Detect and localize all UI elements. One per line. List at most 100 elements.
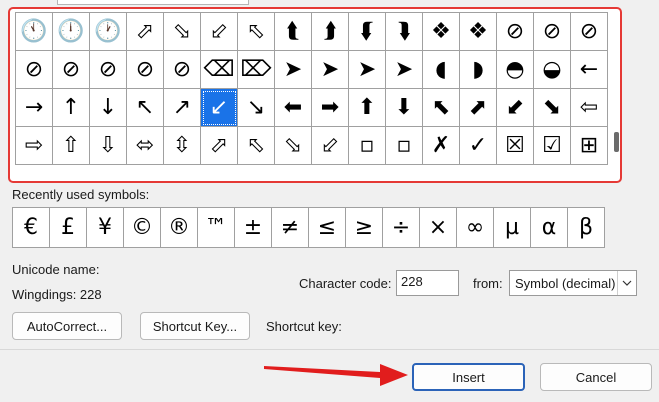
symbol-cell[interactable]: ◖ (423, 51, 460, 89)
symbol-cell[interactable]: ⇩ (90, 127, 127, 165)
symbol-cell[interactable]: ❖ (423, 13, 460, 51)
recent-symbol-cell[interactable]: ® (161, 208, 198, 248)
symbol-cell[interactable]: ⮮ (349, 13, 386, 51)
chevron-down-icon[interactable] (617, 271, 636, 295)
symbol-cell[interactable]: ⬋ (497, 89, 534, 127)
recent-symbol-cell[interactable]: ™ (198, 208, 235, 248)
symbol-cell[interactable]: ⇦ (571, 89, 608, 127)
symbol-cell[interactable]: ⮭ (312, 13, 349, 51)
symbol-cell[interactable]: ⬀ (127, 13, 164, 51)
symbol-cell[interactable]: ⬂ (275, 127, 312, 165)
symbol-cell[interactable]: ☒ (497, 127, 534, 165)
symbol-grid[interactable]: 🕚 🕛 🕐 ⬀ ⬂ ⬃ ⬁ ⮬ ⮭ ⮮ ⮯ ❖ ❖ ⊘ ⊘ ⊘ ⊘ ⊘ ⊘ ⊘ ⊘ ⌫ ⌦ ➤ ➤ ➤ ➤ ◖ ◗ ◓ ◒ ← → ↑ ↓ ↖ ↗ ↙ ↘ ⬅… (15, 12, 608, 165)
symbol-cell[interactable]: ⇳ (164, 127, 201, 165)
recent-symbol-cell[interactable]: © (124, 208, 161, 248)
symbol-cell[interactable]: ⊘ (127, 51, 164, 89)
symbol-cell[interactable]: ⮯ (386, 13, 423, 51)
symbol-cell[interactable]: ⊘ (534, 13, 571, 51)
symbol-cell[interactable]: ➡ (312, 89, 349, 127)
recent-symbol-cell[interactable]: µ (494, 208, 531, 248)
symbol-cell[interactable]: ⇧ (53, 127, 90, 165)
symbol-cell[interactable]: ➤ (349, 51, 386, 89)
symbol-cell[interactable]: ⬂ (164, 13, 201, 51)
symbol-cell[interactable]: ⬁ (238, 13, 275, 51)
symbol-cell[interactable]: ⊘ (90, 51, 127, 89)
symbol-cell[interactable]: ⬄ (127, 127, 164, 165)
symbol-cell[interactable]: ⬃ (312, 127, 349, 165)
symbol-cell[interactable]: ❖ (460, 13, 497, 51)
symbol-cell[interactable]: ➤ (386, 51, 423, 89)
symbol-cell[interactable]: ✗ (423, 127, 460, 165)
recent-symbol-cell[interactable]: £ (50, 208, 87, 248)
symbol-cell[interactable]: → (16, 89, 53, 127)
from-select[interactable]: Symbol (decimal) (509, 270, 637, 296)
shortcut-key-button[interactable]: Shortcut Key... (140, 312, 250, 340)
symbol-cell[interactable]: ↓ (90, 89, 127, 127)
symbol-cell[interactable]: ↖ (127, 89, 164, 127)
recent-symbol-cell[interactable]: ± (235, 208, 272, 248)
recent-symbol-cell[interactable]: ≥ (346, 208, 383, 248)
shortcut-key-label: Shortcut key: (266, 319, 342, 334)
symbol-cell[interactable]: ⬊ (534, 89, 571, 127)
character-code-label: Character code: (299, 276, 392, 291)
symbol-cell[interactable]: ⬇ (386, 89, 423, 127)
scrollbar-thumb[interactable] (614, 132, 619, 152)
recent-symbol-cell[interactable]: α (531, 208, 568, 248)
recent-symbol-cell[interactable]: ≠ (272, 208, 309, 248)
symbol-cell[interactable]: ▫ (386, 127, 423, 165)
symbol-cell[interactable]: 🕛 (53, 13, 90, 51)
symbol-name: Wingdings: 228 (12, 287, 102, 302)
symbol-cell[interactable]: ⬅ (275, 89, 312, 127)
symbol-cell[interactable]: ⇨ (16, 127, 53, 165)
recent-symbol-cell[interactable]: ¥ (87, 208, 124, 248)
cancel-button[interactable]: Cancel (540, 363, 652, 391)
symbol-cell[interactable]: ☑ (534, 127, 571, 165)
recent-symbol-cell[interactable]: € (13, 208, 50, 248)
symbol-cell[interactable]: ⊘ (164, 51, 201, 89)
symbol-cell[interactable]: ↘ (238, 89, 275, 127)
symbol-cell[interactable]: ◒ (534, 51, 571, 89)
recent-symbol-cell[interactable]: ∞ (457, 208, 494, 248)
symbol-cell[interactable]: ⬈ (460, 89, 497, 127)
recent-symbol-cell[interactable]: ÷ (383, 208, 420, 248)
symbol-cell[interactable]: ↑ (53, 89, 90, 127)
symbol-cell[interactable]: ⬆ (349, 89, 386, 127)
recent-symbol-cell[interactable]: ≤ (309, 208, 346, 248)
unicode-name-label: Unicode name: (12, 262, 100, 277)
autocorrect-button[interactable]: AutoCorrect... (12, 312, 122, 340)
recently-used-symbols[interactable]: € £ ¥ © ® ™ ± ≠ ≤ ≥ ÷ × ∞ µ α β (12, 207, 605, 248)
recent-symbol-cell[interactable]: β (568, 208, 605, 248)
font-dropdown-edge (57, 0, 249, 5)
symbol-cell[interactable]: ↗ (164, 89, 201, 127)
symbol-grid-scrollbar[interactable] (614, 12, 620, 164)
symbol-cell[interactable]: ⮬ (275, 13, 312, 51)
symbol-cell[interactable]: ⊘ (571, 13, 608, 51)
symbol-cell[interactable]: ➤ (275, 51, 312, 89)
symbol-cell[interactable]: ◗ (460, 51, 497, 89)
symbol-cell[interactable]: ⊘ (16, 51, 53, 89)
symbol-cell[interactable]: ⬉ (423, 89, 460, 127)
symbol-cell[interactable]: ⌫ (201, 51, 238, 89)
recently-used-label: Recently used symbols: (12, 187, 150, 202)
symbol-grid-frame: 🕚 🕛 🕐 ⬀ ⬂ ⬃ ⬁ ⮬ ⮭ ⮮ ⮯ ❖ ❖ ⊘ ⊘ ⊘ ⊘ ⊘ ⊘ ⊘ ⊘ ⌫ ⌦ ➤ ➤ ➤ ➤ ◖ ◗ ◓ ◒ ← → ↑ ↓ ↖ ↗ ↙ ↘ ⬅… (8, 7, 622, 183)
symbol-cell[interactable]: ← (571, 51, 608, 89)
symbol-cell[interactable]: ⬁ (238, 127, 275, 165)
symbol-cell[interactable]: ◓ (497, 51, 534, 89)
insert-button[interactable]: Insert (412, 363, 525, 391)
from-label: from: (473, 276, 503, 291)
from-select-value: Symbol (decimal) (515, 276, 616, 291)
symbol-cell[interactable]: ⌦ (238, 51, 275, 89)
symbol-cell[interactable]: ⬀ (201, 127, 238, 165)
symbol-cell[interactable]: ⬃ (201, 13, 238, 51)
symbol-cell[interactable]: ➤ (312, 51, 349, 89)
symbol-cell[interactable]: ⊘ (53, 51, 90, 89)
symbol-cell[interactable]: ▫ (349, 127, 386, 165)
character-code-input[interactable]: 228 (396, 270, 459, 296)
symbol-cell[interactable]: ⊞ (571, 127, 608, 165)
symbol-cell[interactable]: ✓ (460, 127, 497, 165)
symbol-cell[interactable]: 🕐 (90, 13, 127, 51)
symbol-cell[interactable]: ⊘ (497, 13, 534, 51)
symbol-cell[interactable]: 🕚 (16, 13, 53, 51)
symbol-cell[interactable]: ↙ (201, 89, 238, 127)
recent-symbol-cell[interactable]: × (420, 208, 457, 248)
